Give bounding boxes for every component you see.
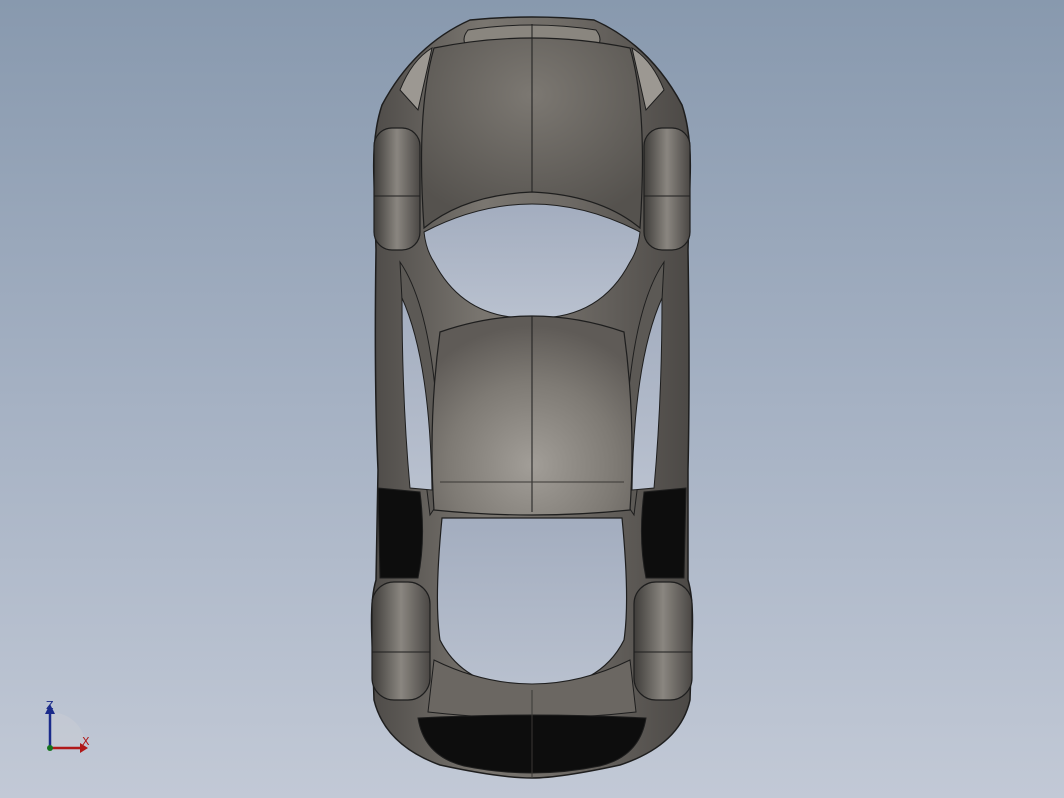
front-left-wheel [373, 127, 421, 251]
triad-axes [45, 704, 88, 753]
rear-window [436, 517, 628, 691]
rear-side-glass-left [377, 487, 424, 579]
rear-right-wheel [633, 581, 693, 701]
rear-left-wheel [371, 581, 431, 701]
z-axis-label: Z [46, 699, 54, 712]
rear-side-glass-right [640, 487, 687, 579]
graphics-viewport[interactable]: Z X [0, 0, 1064, 798]
coordinate-triad: Z X [30, 690, 110, 770]
car-model-top-view[interactable] [0, 0, 1064, 798]
front-right-wheel [643, 127, 691, 251]
x-axis-label: X [82, 735, 90, 748]
